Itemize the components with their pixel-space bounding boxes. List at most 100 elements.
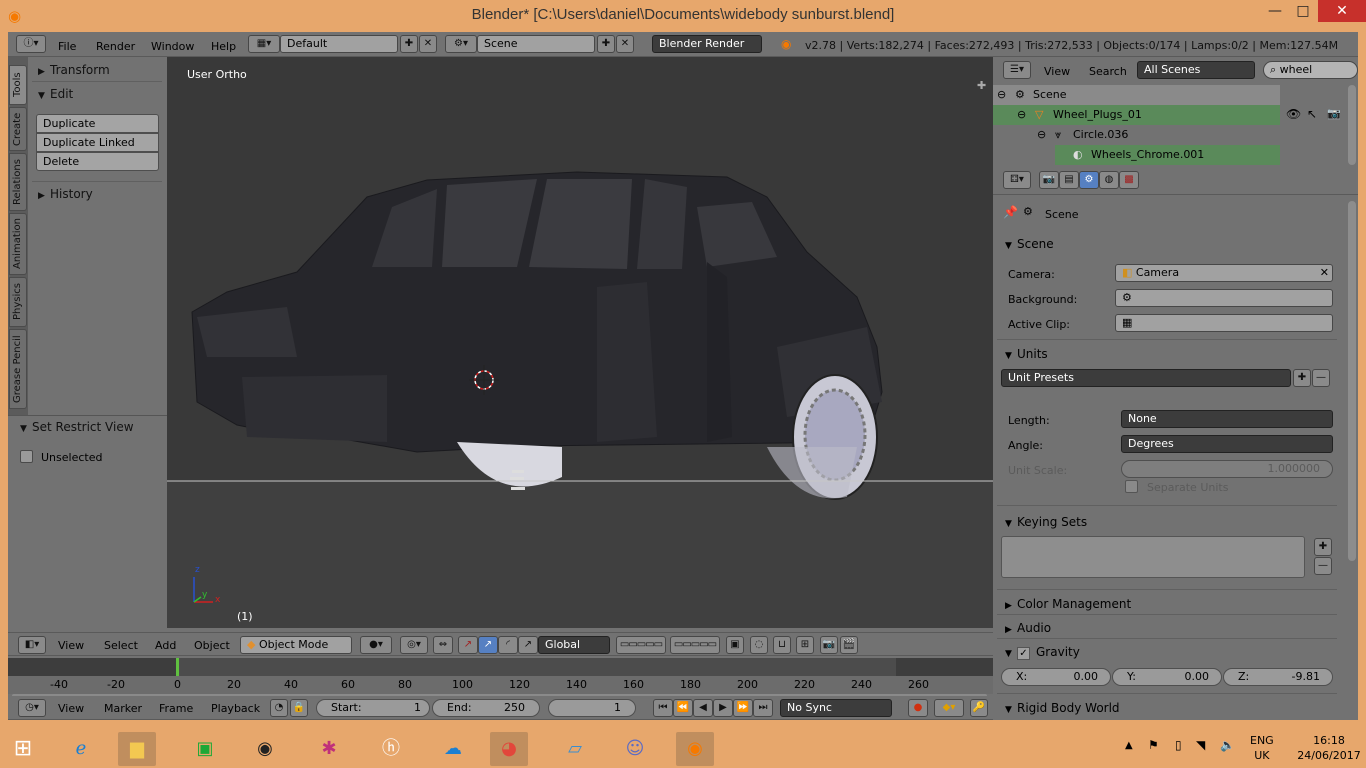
keying-sets-list[interactable] — [1001, 536, 1305, 578]
outliner-search-input[interactable]: ⌕ wheel — [1263, 61, 1358, 79]
add-layout-icon[interactable]: ✚ — [400, 35, 418, 53]
world-tab-icon[interactable]: ◍ — [1099, 171, 1119, 189]
remove-scene-icon[interactable]: ✕ — [616, 35, 634, 53]
menu-file[interactable]: File — [58, 40, 76, 53]
screen-layout-field[interactable]: Default — [280, 35, 398, 53]
play-reverse-icon[interactable]: ◀ — [693, 699, 713, 717]
current-frame-marker[interactable] — [176, 658, 179, 676]
preview-range-icon[interactable]: ◔ — [270, 699, 288, 717]
tray-up-icon[interactable]: ▲ — [1125, 740, 1133, 751]
background-field[interactable]: ⚙ — [1115, 289, 1333, 307]
rotate-icon[interactable]: ◜ — [498, 636, 518, 654]
properties-scrollbar[interactable] — [1348, 201, 1356, 561]
outliner-editor-icon[interactable]: ☰▾ — [1003, 61, 1031, 79]
rigid-body-header[interactable]: ▼ Rigid Body World — [1005, 701, 1120, 715]
sync-select[interactable]: No Sync — [780, 699, 892, 717]
add-scene-icon[interactable]: ✚ — [597, 35, 615, 53]
texture-tab-icon[interactable]: ▩ — [1119, 171, 1139, 189]
move-icon[interactable]: ↗ — [478, 636, 498, 654]
next-key-icon[interactable]: ⏩ — [733, 699, 753, 717]
start-button[interactable]: ⊞ — [8, 734, 38, 764]
audio-header[interactable]: ▶ Audio — [1005, 621, 1051, 635]
outliner-view-menu[interactable]: View — [1044, 65, 1070, 78]
editor-type-icon[interactable]: ◧▾ — [18, 636, 46, 654]
view-menu[interactable]: View — [58, 639, 84, 652]
screen-layout-icon[interactable]: ▦▾ — [248, 35, 280, 53]
unit-presets-select[interactable]: Unit Presets — [1001, 369, 1291, 387]
visibility-eye-icon[interactable]: 👁 — [1286, 107, 1301, 121]
blender-taskbar-icon[interactable]: ◉ — [676, 732, 714, 766]
duplicate-linked-button[interactable]: Duplicate Linked — [36, 133, 159, 152]
discord-icon[interactable]: ☺ — [616, 732, 654, 766]
length-select[interactable]: None — [1121, 410, 1333, 428]
tab-physics[interactable]: Physics — [9, 277, 27, 327]
camera-app-icon[interactable]: ◉ — [246, 732, 284, 766]
lock-range-icon[interactable]: 🔒 — [290, 699, 308, 717]
clear-camera-icon[interactable]: ✕ — [1320, 265, 1329, 281]
close-button[interactable]: ✕ — [1318, 0, 1366, 22]
menu-help[interactable]: Help — [211, 40, 236, 53]
unit-scale-field[interactable]: 1.000000 — [1121, 460, 1333, 478]
render-layers-tab-icon[interactable]: ▤ — [1059, 171, 1079, 189]
jump-start-icon[interactable]: ⏮ — [653, 699, 673, 717]
wifi-icon[interactable]: ◥ — [1196, 738, 1205, 752]
outliner-row-scene[interactable]: ⊖ ⚙ Scene — [993, 85, 1280, 105]
unselected-checkbox[interactable] — [20, 450, 33, 463]
separate-units-checkbox[interactable] — [1125, 480, 1138, 493]
scale-icon[interactable]: ↗ — [518, 636, 538, 654]
gravity-x-field[interactable]: X: 0.00 — [1001, 668, 1111, 686]
panel-history[interactable]: ▶ History — [38, 187, 93, 201]
store-icon[interactable]: ▣ — [186, 732, 224, 766]
panel-restrict-view[interactable]: ▼ Set Restrict View — [20, 420, 134, 434]
timeline-editor-icon[interactable]: ◷▾ — [18, 699, 46, 717]
onedrive-icon[interactable]: ☁ — [434, 732, 472, 766]
duplicate-button[interactable]: Duplicate — [36, 114, 159, 133]
timeline-playback-menu[interactable]: Playback — [211, 702, 260, 715]
tab-grease-pencil[interactable]: Grease Pencil — [9, 329, 27, 409]
remove-layout-icon[interactable]: ✕ — [419, 35, 437, 53]
maximize-button[interactable]: □ — [1290, 0, 1316, 22]
manipulator-toggle[interactable]: ⇔ — [433, 636, 453, 654]
outliner-scrollbar[interactable] — [1348, 85, 1356, 165]
orientation-select[interactable]: Global — [538, 636, 610, 654]
timeline-frame-menu[interactable]: Frame — [159, 702, 193, 715]
prev-key-icon[interactable]: ⏪ — [673, 699, 693, 717]
gravity-header[interactable]: ▼ ✓ Gravity — [1005, 645, 1080, 660]
gravity-checkbox[interactable]: ✓ — [1017, 647, 1030, 660]
language-indicator[interactable]: ENG UK — [1250, 733, 1274, 763]
properties-editor-icon[interactable]: ⚃▾ — [1003, 171, 1031, 189]
lock-layer-icon[interactable]: ▣ — [726, 636, 744, 654]
outliner-search-menu[interactable]: Search — [1089, 65, 1127, 78]
select-menu[interactable]: Select — [104, 639, 138, 652]
remove-preset-icon[interactable]: — — [1312, 369, 1330, 387]
scene-field[interactable]: Scene — [477, 35, 595, 53]
timeline-strip[interactable] — [8, 658, 993, 676]
add-menu[interactable]: Add — [155, 639, 176, 652]
menu-render[interactable]: Render — [96, 40, 135, 53]
color-management-header[interactable]: ▶ Color Management — [1005, 597, 1131, 611]
tab-create[interactable]: Create — [9, 107, 27, 151]
timeline-marker-menu[interactable]: Marker — [104, 702, 142, 715]
outliner-filter-select[interactable]: All Scenes — [1137, 61, 1255, 79]
panel-edit[interactable]: ▼ Edit — [38, 87, 73, 101]
add-keying-set-icon[interactable]: ✚ — [1314, 538, 1332, 556]
keying-set-icon[interactable]: 🔑 — [970, 699, 988, 717]
camera-field[interactable]: ◧ Camera ✕ — [1115, 264, 1333, 282]
units-panel-header[interactable]: ▼ Units — [1005, 347, 1048, 361]
end-frame-field[interactable]: End: 250 — [432, 699, 540, 717]
snap-element-icon[interactable]: ⊞ — [796, 636, 814, 654]
add-preset-icon[interactable]: ✚ — [1293, 369, 1311, 387]
render-tab-icon[interactable]: 📷 — [1039, 171, 1059, 189]
minimize-button[interactable]: — — [1262, 0, 1288, 22]
remote-app-icon[interactable]: ▱ — [556, 732, 594, 766]
panel-transform[interactable]: ▶ Transform — [38, 63, 110, 77]
tab-animation[interactable]: Animation — [9, 213, 27, 275]
jump-end-icon[interactable]: ⏭ — [753, 699, 773, 717]
render-anim-icon[interactable]: 🎬 — [840, 636, 858, 654]
selectable-cursor-icon[interactable]: ↖ — [1307, 107, 1317, 121]
proportional-icon[interactable]: ◌ — [750, 636, 768, 654]
menu-window[interactable]: Window — [151, 40, 194, 53]
render-engine-select[interactable]: Blender Render — [652, 35, 762, 53]
3d-viewport[interactable]: User Ortho ✚ z y x — [167, 57, 993, 628]
mode-select[interactable]: ◆ Object Mode — [240, 636, 352, 654]
